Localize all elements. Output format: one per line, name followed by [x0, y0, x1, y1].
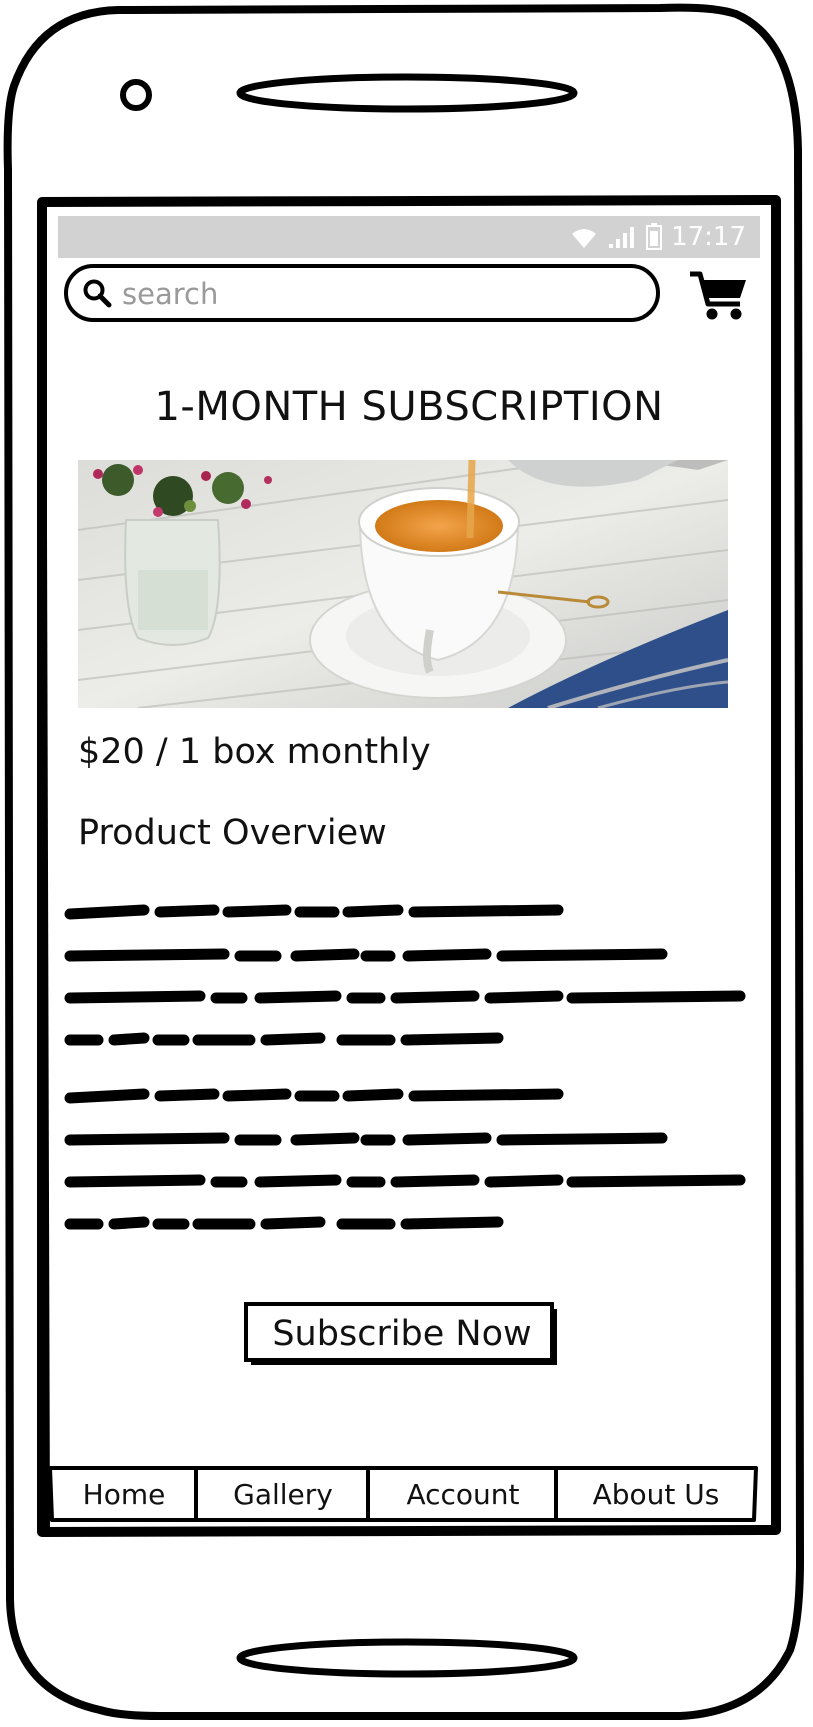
- placeholder-text-paragraph: [64, 904, 746, 1046]
- search-bar[interactable]: [64, 264, 660, 322]
- tab-home[interactable]: Home: [52, 1466, 196, 1522]
- status-bar: 17:17: [58, 216, 760, 258]
- placeholder-text-paragraph: [64, 1088, 746, 1230]
- subscribe-now-button[interactable]: Subscribe Now: [244, 1302, 560, 1368]
- subscribe-now-label: Subscribe Now: [272, 1314, 532, 1354]
- tab-account[interactable]: Account: [370, 1466, 556, 1522]
- price-label: $20 / 1 box monthly: [78, 732, 431, 772]
- page-title: 1-MONTH SUBSCRIPTION: [154, 384, 664, 430]
- battery-icon: [646, 223, 663, 250]
- search-input[interactable]: [122, 272, 622, 316]
- shopping-cart-icon[interactable]: [688, 270, 748, 322]
- tab-about-us[interactable]: About Us: [558, 1466, 754, 1522]
- wifi-icon: [572, 229, 597, 248]
- status-time: 17:17: [671, 222, 746, 252]
- product-image: [78, 460, 728, 708]
- product-overview-heading: Product Overview: [78, 813, 387, 853]
- signal-icon: [609, 227, 635, 248]
- search-icon: [83, 279, 112, 308]
- tab-gallery[interactable]: Gallery: [198, 1466, 368, 1522]
- bottom-tab-bar: Home Gallery Account About Us: [48, 1466, 758, 1522]
